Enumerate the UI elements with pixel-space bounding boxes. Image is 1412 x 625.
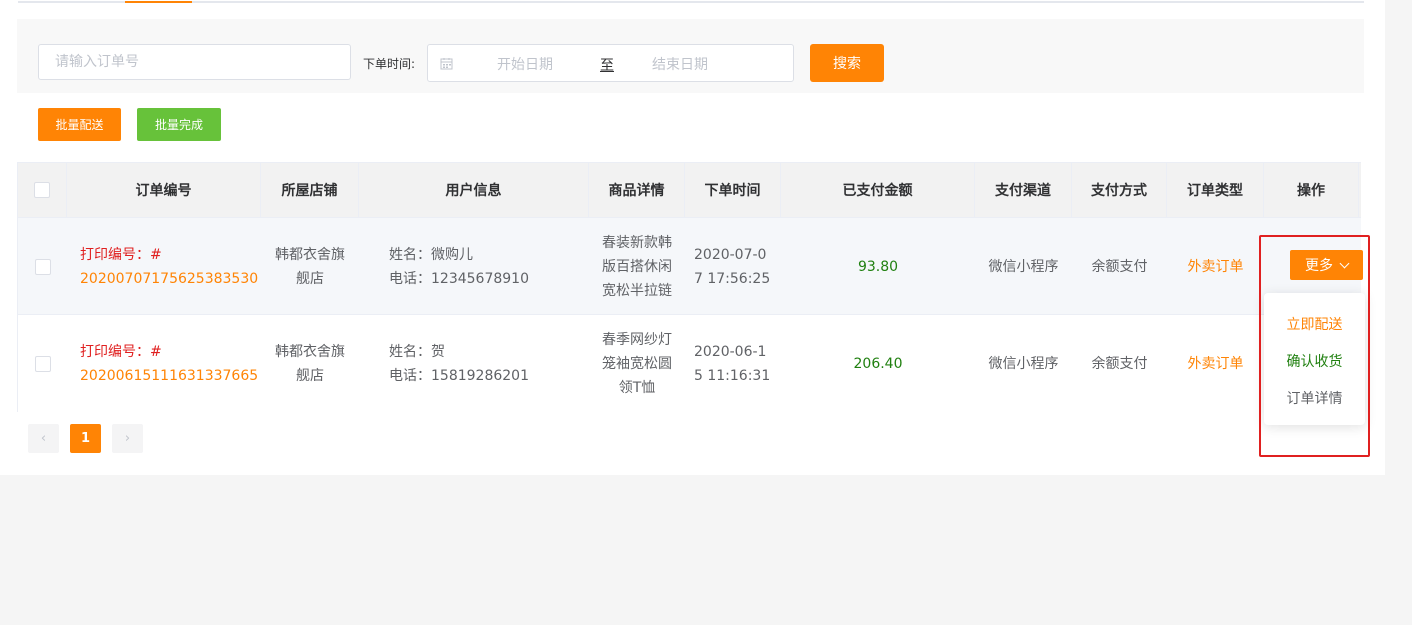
order-number-cell: 打印编号：# 20200615111631337665 — [67, 315, 261, 412]
user-name: 姓名：微购儿 — [389, 246, 473, 263]
row-select-cell — [18, 218, 67, 315]
header-store: 所屋店铺 — [261, 163, 359, 217]
order-type: 外卖订单 — [1187, 355, 1244, 372]
tab-bar-divider — [18, 1, 1364, 3]
print-number-label: 打印编号：# — [80, 343, 162, 360]
pagination-next-button[interactable]: › — [112, 424, 143, 453]
pay-method: 余额支付 — [1091, 355, 1148, 372]
header-pay-method: 支付方式 — [1072, 163, 1167, 217]
header-paid-amount: 已支付金额 — [781, 163, 975, 217]
pay-channel-cell: 微信小程序 — [975, 218, 1072, 315]
product-name: 春季网纱灯笼袖宽松圆领T恤 — [602, 331, 672, 396]
table-header: 订单编号 所屋店铺 用户信息 商品详情 下单时间 已支付金额 支付渠道 支付方式… — [18, 163, 1361, 217]
row-checkbox[interactable] — [34, 355, 51, 372]
order-number-link[interactable]: 20200615111631337665 — [80, 364, 258, 388]
header-order-number: 订单编号 — [67, 163, 261, 217]
pay-method-cell: 余额支付 — [1072, 218, 1167, 315]
header-product: 商品详情 — [589, 163, 685, 217]
paid-amount: 206.40 — [853, 355, 903, 372]
search-button[interactable]: 搜索 — [810, 44, 884, 82]
header-order-time: 下单时间 — [685, 163, 781, 217]
table-row: 打印编号：# 20200707175625383530 韩都衣舍旗舰店 姓名：微… — [18, 217, 1361, 315]
product-name: 春装新款韩版百搭休闲宽松半拉链 — [602, 234, 672, 299]
store-cell: 韩都衣舍旗舰店 — [261, 218, 359, 315]
store-name: 韩都衣舍旗舰店 — [275, 343, 345, 384]
table-row: 打印编号：# 20200615111631337665 韩都衣舍旗舰店 姓名：贺… — [18, 314, 1361, 412]
highlight-annotation-box — [1259, 235, 1370, 457]
pay-channel: 微信小程序 — [988, 258, 1059, 275]
paid-amount: 93.80 — [857, 258, 899, 275]
order-type-cell: 外卖订单 — [1167, 218, 1264, 315]
user-phone: 电话：15819286201 — [389, 367, 529, 384]
calendar-icon — [440, 58, 453, 70]
header-user-info: 用户信息 — [359, 163, 589, 217]
header-select-all — [18, 163, 67, 217]
pagination-prev-button[interactable]: ‹ — [28, 424, 59, 453]
main-panel: 下单时间: 开始日期 至 结束日期 搜索 批量配送 批量完成 订单编号 所 — [0, 0, 1385, 475]
row-checkbox[interactable] — [34, 258, 51, 275]
date-range-picker[interactable]: 开始日期 至 结束日期 — [427, 44, 794, 82]
user-info-cell: 姓名：贺 电话：15819286201 — [359, 315, 589, 412]
pay-channel-cell: 微信小程序 — [975, 315, 1072, 412]
batch-complete-button[interactable]: 批量完成 — [137, 108, 221, 141]
paid-amount-cell: 93.80 — [781, 218, 975, 315]
date-range-separator: 至 — [600, 58, 614, 74]
pay-method: 余额支付 — [1091, 258, 1148, 275]
order-type-cell: 外卖订单 — [1167, 315, 1264, 412]
order-time: 2020-06-15 11:16:31 — [694, 343, 771, 384]
pay-channel: 微信小程序 — [988, 355, 1059, 372]
order-time: 2020-07-07 17:56:25 — [694, 246, 771, 287]
pagination-page-1[interactable]: 1 — [70, 424, 101, 453]
row-select-cell — [18, 315, 67, 412]
product-cell: 春季网纱灯笼袖宽松圆领T恤 — [589, 315, 685, 412]
order-type: 外卖订单 — [1187, 258, 1244, 275]
order-number-link[interactable]: 20200707175625383530 — [80, 267, 258, 291]
start-date-input[interactable]: 开始日期 — [497, 54, 553, 74]
header-actions: 操作 — [1264, 163, 1359, 217]
store-cell: 韩都衣舍旗舰店 — [261, 315, 359, 412]
user-phone: 电话：12345678910 — [389, 270, 529, 287]
user-info-cell: 姓名：微购儿 电话：12345678910 — [359, 218, 589, 315]
search-area: 下单时间: 开始日期 至 结束日期 搜索 — [17, 19, 1364, 93]
order-number-input[interactable] — [38, 44, 351, 80]
batch-send-button[interactable]: 批量配送 — [38, 108, 121, 141]
store-name: 韩都衣舍旗舰店 — [275, 246, 345, 287]
order-time-cell: 2020-06-15 11:16:31 — [685, 315, 781, 412]
print-number-label: 打印编号：# — [80, 246, 162, 263]
paid-amount-cell: 206.40 — [781, 315, 975, 412]
end-date-input[interactable]: 结束日期 — [652, 54, 708, 74]
order-time-label: 下单时间: — [363, 57, 416, 71]
pay-method-cell: 余额支付 — [1072, 315, 1167, 412]
header-order-type: 订单类型 — [1167, 163, 1264, 217]
active-tab-indicator[interactable] — [125, 1, 192, 3]
orders-table: 订单编号 所屋店铺 用户信息 商品详情 下单时间 已支付金额 支付渠道 支付方式… — [17, 162, 1361, 412]
product-cell: 春装新款韩版百搭休闲宽松半拉链 — [589, 218, 685, 315]
user-name: 姓名：贺 — [389, 343, 445, 360]
header-pay-channel: 支付渠道 — [975, 163, 1072, 217]
order-time-cell: 2020-07-07 17:56:25 — [685, 218, 781, 315]
select-all-checkbox[interactable] — [34, 182, 50, 198]
order-number-cell: 打印编号：# 20200707175625383530 — [67, 218, 261, 315]
